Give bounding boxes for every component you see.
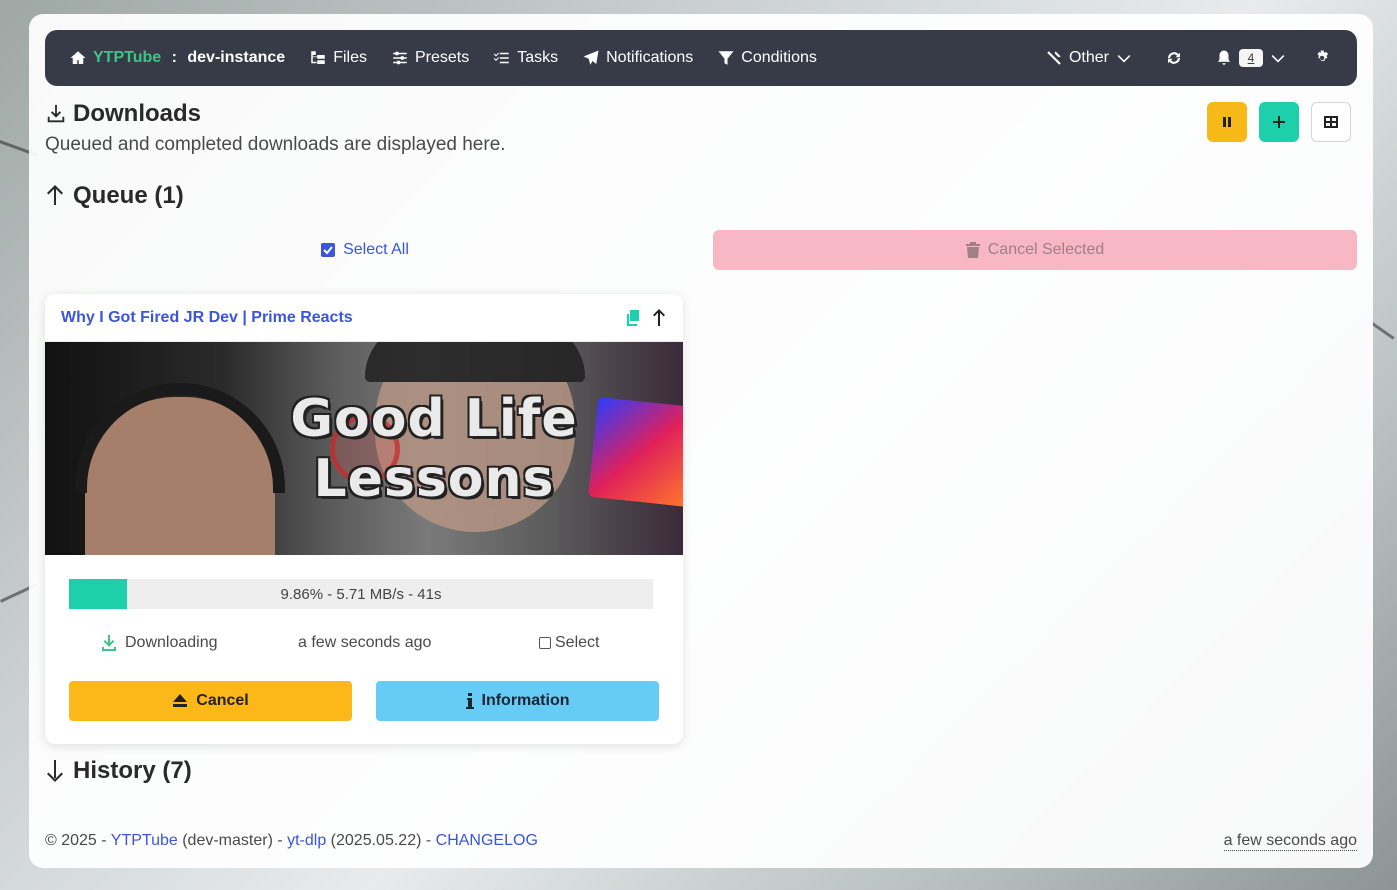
chevron-down-icon — [1117, 55, 1131, 63]
plus-icon — [1273, 116, 1285, 128]
footer-copyright: © 2025 - — [45, 832, 111, 849]
nav-other-dropdown[interactable]: Other — [1033, 30, 1145, 86]
thumbnail-text-line2: Lessons — [313, 448, 555, 509]
page-title: Downloads — [45, 100, 201, 128]
add-download-button[interactable] — [1259, 102, 1299, 142]
brand-link[interactable]: YTPTube : dev-instance — [45, 30, 297, 86]
settings-button[interactable] — [1299, 30, 1345, 86]
refresh-icon — [1168, 52, 1180, 64]
queue-heading: Queue (1) — [45, 182, 184, 210]
thumbnail-text-line1: Good Life — [290, 388, 578, 449]
nav-files-label: Files — [333, 49, 367, 66]
nav-conditions[interactable]: Conditions — [705, 30, 829, 86]
video-thumbnail[interactable]: Good Life Lessons — [45, 342, 683, 555]
cancel-label: Cancel — [196, 692, 249, 709]
main-panel: YTPTube : dev-instance Files Presets Tas… — [29, 14, 1373, 868]
footer: © 2025 - YTPTube (dev-master) - yt-dlp (… — [45, 832, 538, 850]
paper-plane-icon — [583, 50, 599, 65]
download-icon — [102, 635, 116, 651]
download-icon — [47, 104, 65, 123]
select-all-button[interactable]: Select All — [45, 230, 685, 270]
cancel-selected-button[interactable]: Cancel Selected — [713, 230, 1357, 270]
nav-conditions-label: Conditions — [741, 49, 817, 66]
home-icon — [70, 51, 86, 64]
tools-icon — [1047, 51, 1061, 65]
cancel-selected-label: Cancel Selected — [987, 241, 1105, 258]
arrow-up-icon[interactable] — [651, 308, 667, 327]
page-subtitle: Queued and completed downloads are displ… — [45, 134, 506, 155]
nav-presets-label: Presets — [414, 49, 470, 66]
item-time: a few seconds ago — [298, 634, 432, 651]
item-meta: Downloading a few seconds ago Select — [45, 628, 683, 658]
select-label: Select — [555, 634, 600, 651]
table-icon — [1324, 116, 1338, 128]
page-title-text: Downloads — [73, 100, 202, 127]
nav-files[interactable]: Files — [297, 30, 379, 86]
checkbox-icon — [539, 637, 551, 649]
eject-icon — [173, 694, 188, 707]
queue-title: Queue (1) — [73, 182, 184, 209]
navbar: YTPTube : dev-instance Files Presets Tas… — [45, 30, 1357, 86]
queue-item-card: Why I Got Fired JR Dev | Prime Reacts Go… — [45, 294, 683, 744]
footer-version: (dev-master) - — [177, 832, 288, 849]
nav-tasks-label: Tasks — [517, 49, 559, 66]
arrow-down-icon — [47, 760, 63, 782]
information-button[interactable]: Information — [376, 681, 659, 721]
notification-count-badge: 4 — [1239, 49, 1263, 67]
arrow-up-icon — [47, 185, 63, 205]
history-title: History (7) — [73, 757, 192, 784]
nav-notifications[interactable]: Notifications — [570, 30, 705, 86]
nav-notifications-label: Notifications — [606, 49, 694, 66]
bell-icon — [1218, 50, 1230, 65]
information-label: Information — [481, 692, 570, 709]
nav-presets[interactable]: Presets — [379, 30, 481, 86]
nav-other-label: Other — [1068, 49, 1109, 66]
notifications-dropdown[interactable]: 4 — [1203, 30, 1299, 86]
sliders-icon — [393, 51, 407, 65]
nav-tasks[interactable]: Tasks — [481, 30, 570, 86]
instance-name: dev-instance — [187, 49, 286, 66]
task-list-icon — [493, 52, 509, 64]
gear-icon — [1317, 50, 1328, 61]
filter-icon — [718, 51, 734, 65]
reload-button[interactable] — [1145, 30, 1203, 86]
toolbar — [1207, 102, 1351, 142]
copy-icon[interactable] — [625, 309, 641, 326]
footer-ytdlp-version: (2025.05.22) - — [326, 832, 436, 849]
select-all-label: Select All — [343, 241, 409, 258]
cancel-button[interactable]: Cancel — [69, 681, 352, 721]
info-icon — [465, 693, 474, 709]
checkbox-checked-icon — [321, 243, 336, 257]
item-title-link[interactable]: Why I Got Fired JR Dev | Prime Reacts — [61, 309, 353, 327]
status-label: Downloading — [125, 634, 218, 651]
footer-updated-time: a few seconds ago — [1223, 832, 1357, 851]
item-header: Why I Got Fired JR Dev | Prime Reacts — [45, 294, 683, 342]
folder-tree-icon — [311, 51, 325, 64]
download-status: Downloading — [101, 634, 218, 652]
footer-ytdlp-link[interactable]: yt-dlp — [287, 832, 326, 849]
pause-button[interactable] — [1207, 102, 1247, 142]
pause-icon — [1223, 117, 1231, 127]
download-progress-bar: 9.86% - 5.71 MB/s - 41s — [69, 579, 653, 609]
chevron-down-icon — [1271, 55, 1285, 63]
brand-name: YTPTube — [93, 49, 162, 66]
brand-separator: : — [167, 49, 182, 66]
trash-icon — [965, 242, 980, 258]
footer-app-link[interactable]: YTPTube — [111, 832, 178, 849]
table-view-button[interactable] — [1311, 102, 1351, 142]
history-heading[interactable]: History (7) — [45, 757, 192, 785]
progress-text: 9.86% - 5.71 MB/s - 41s — [280, 585, 442, 603]
item-select-checkbox[interactable]: Select — [539, 634, 599, 652]
footer-changelog-link[interactable]: CHANGELOG — [436, 832, 538, 849]
